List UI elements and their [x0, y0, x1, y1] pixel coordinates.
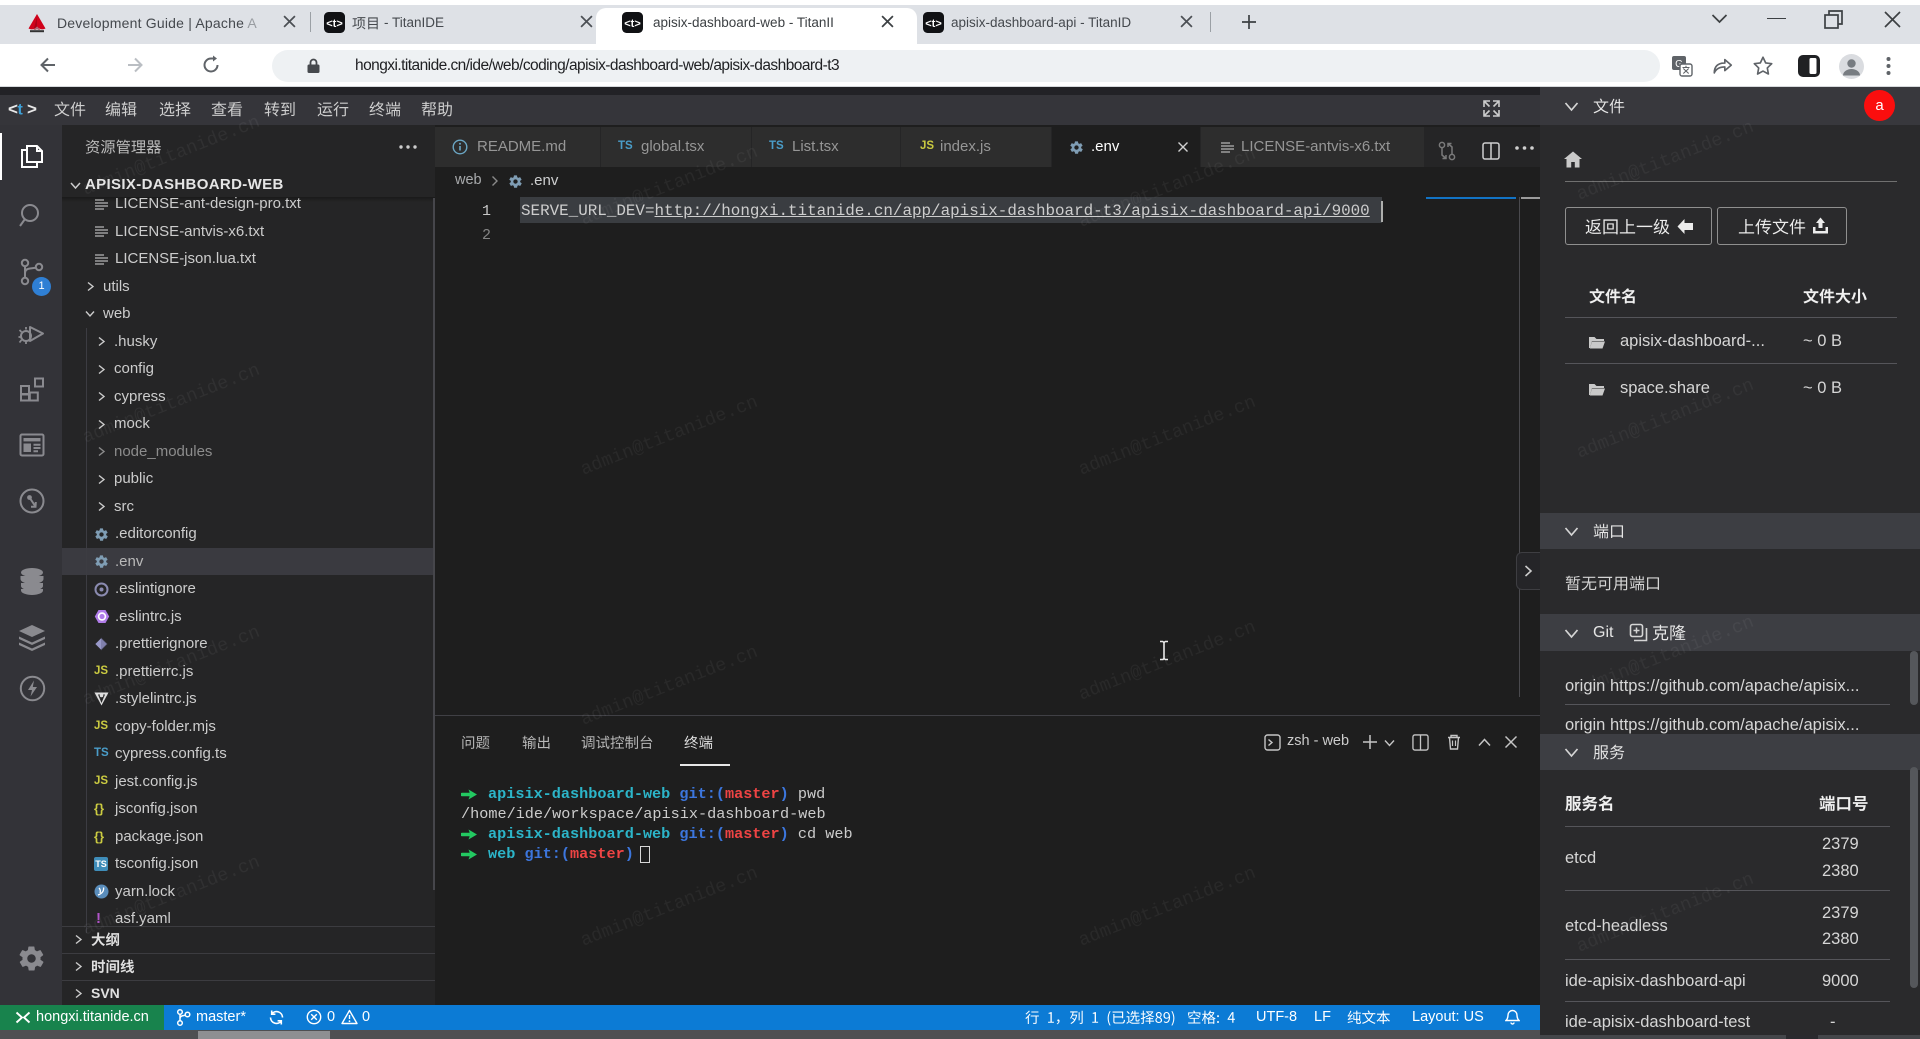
- svg-text:<t>: <t>: [624, 18, 641, 30]
- svg-text:t: t: [18, 102, 24, 119]
- svg-text:<t>: <t>: [925, 18, 942, 30]
- svg-text:<t>: <t>: [326, 18, 343, 30]
- svg-text:<: <: [8, 100, 18, 119]
- svg-text:>: >: [27, 100, 37, 119]
